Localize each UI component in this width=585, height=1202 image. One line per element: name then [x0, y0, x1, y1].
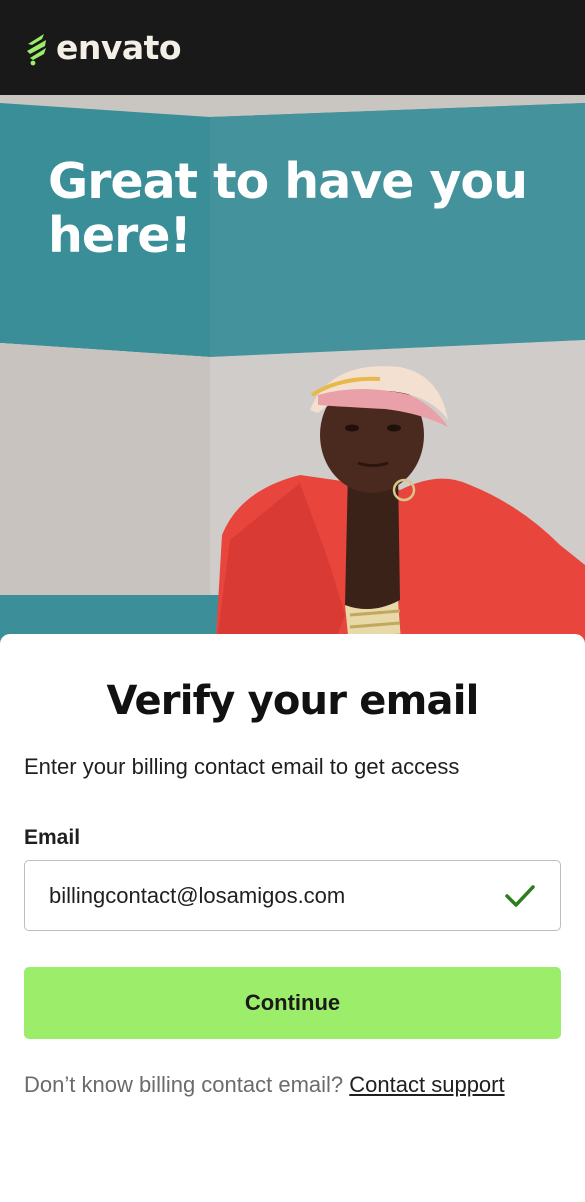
verify-title: Verify your email [106, 678, 479, 724]
verify-email-card: Verify your email Enter your billing con… [0, 634, 585, 1202]
envato-logo[interactable]: envato [24, 28, 182, 67]
help-text: Don’t know billing contact email? Contac… [24, 1067, 524, 1103]
verify-subtitle: Enter your billing contact email to get … [24, 754, 460, 779]
brand-name: envato [56, 28, 182, 67]
top-bar: envato [0, 0, 585, 95]
check-icon [505, 884, 535, 907]
email-field-wrapper [24, 860, 561, 931]
email-label: Email [24, 826, 81, 849]
continue-button[interactable]: Continue [24, 967, 561, 1039]
hero-title: Great to have you here! [48, 153, 528, 264]
contact-support-link[interactable]: Contact support [349, 1072, 504, 1097]
help-question: Don’t know billing contact email? [24, 1072, 344, 1097]
envato-leaf-icon [27, 33, 46, 65]
email-input[interactable] [49, 882, 479, 909]
hero-banner: Great to have you here! [0, 95, 585, 655]
